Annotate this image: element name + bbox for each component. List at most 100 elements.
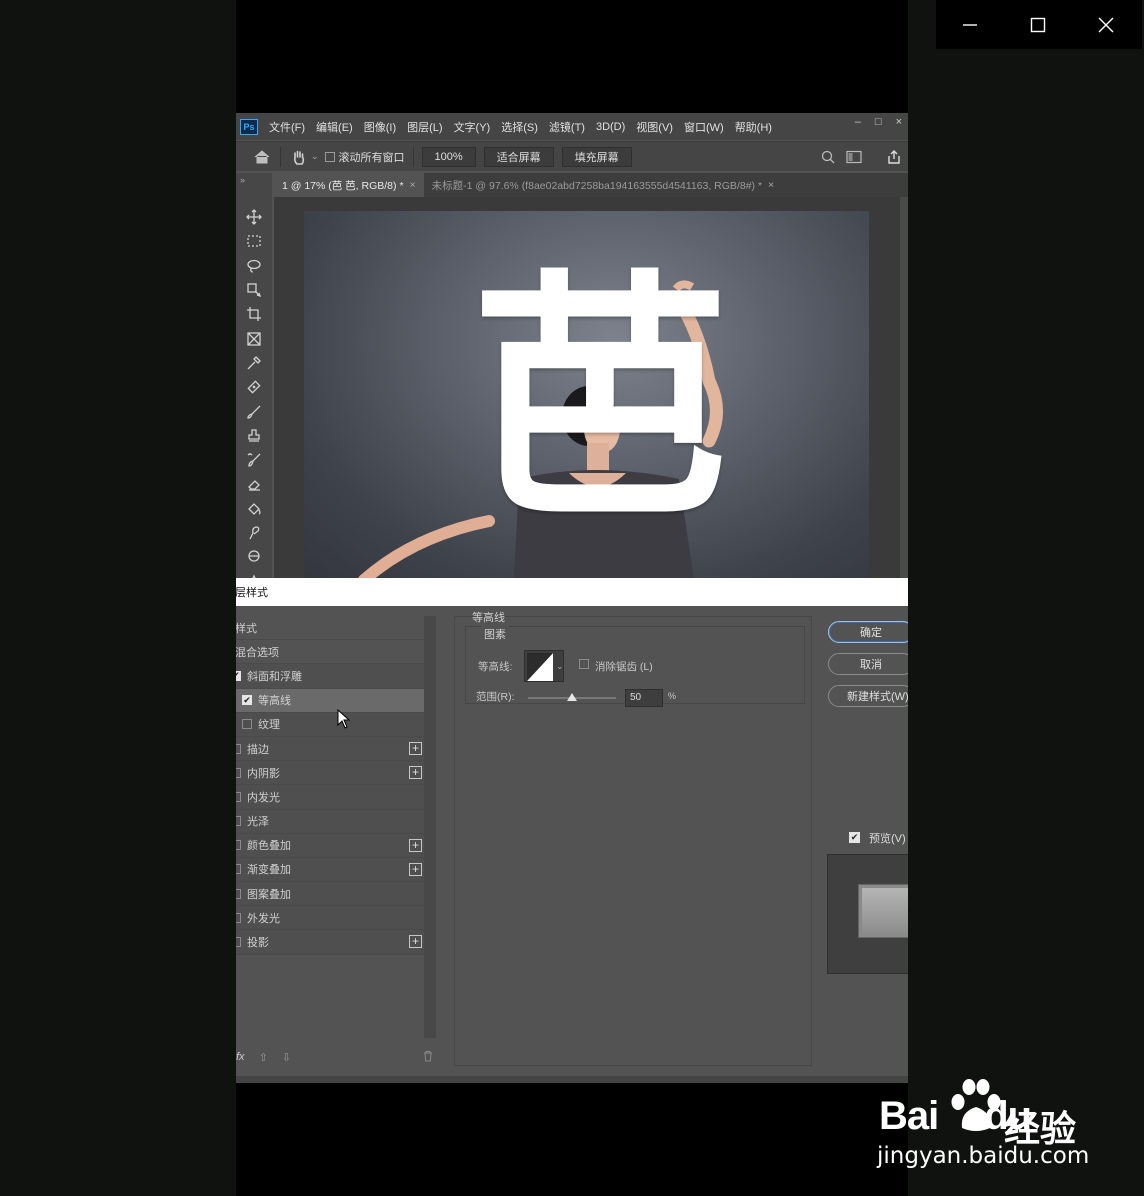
style-list-item[interactable]: 外发光 <box>236 906 426 931</box>
scroll-all-windows-checkbox[interactable] <box>324 151 335 162</box>
style-checkbox[interactable] <box>236 912 241 923</box>
history-brush-tool-icon[interactable] <box>236 448 272 472</box>
style-checkbox[interactable] <box>236 937 241 948</box>
ok-button[interactable]: 确定 <box>828 621 908 643</box>
toolbar-collapse-icon[interactable]: » <box>240 175 272 185</box>
menu-help[interactable]: 帮助(H) <box>735 119 772 135</box>
hand-tool-icon[interactable] <box>289 147 309 167</box>
antialias-checkbox[interactable] <box>579 659 589 669</box>
chevron-down-icon[interactable]: ⌄ <box>311 151 319 162</box>
menu-image[interactable]: 图像(I) <box>364 119 396 135</box>
style-list-item[interactable]: ✔ 等高线 <box>236 688 426 713</box>
style-checkbox[interactable]: ✔ <box>242 695 252 706</box>
cancel-button[interactable]: 取消 <box>828 653 908 675</box>
canvas-scrollbar[interactable] <box>900 197 908 580</box>
scroll-all-windows-label: 滚动所有窗口 <box>338 151 405 164</box>
style-list-item[interactable]: 纹理 <box>236 712 426 737</box>
share-icon[interactable] <box>884 147 904 167</box>
style-list-scrollbar[interactable] <box>424 616 436 1038</box>
add-style-icon[interactable]: + <box>409 935 422 949</box>
style-checkbox[interactable] <box>242 719 252 730</box>
dodge-tool-icon[interactable] <box>236 545 272 569</box>
video-letterbox-bottom <box>236 1083 908 1196</box>
home-icon[interactable] <box>252 147 272 167</box>
eraser-tool-icon[interactable] <box>236 472 272 496</box>
add-style-icon[interactable]: + <box>409 862 422 876</box>
smudge-tool-icon[interactable] <box>236 521 272 545</box>
style-list-label: 描边 <box>247 743 269 756</box>
fill-screen-button[interactable]: 填充屏幕 <box>561 146 632 167</box>
style-list-item[interactable]: 样式 <box>236 616 426 641</box>
style-list-item[interactable]: 描边 + <box>236 736 426 762</box>
eyedropper-tool-icon[interactable] <box>236 351 272 375</box>
new-style-button[interactable]: 新建样式(W)... <box>828 685 908 707</box>
fx-icon[interactable]: fx <box>236 1051 245 1063</box>
stamp-tool-icon[interactable] <box>236 424 272 448</box>
zoom-100-button[interactable]: 100% <box>421 146 476 167</box>
close-button[interactable] <box>1072 0 1140 49</box>
menu-view[interactable]: 视图(V) <box>636 119 673 135</box>
menu-layer[interactable]: 图层(L) <box>407 119 442 135</box>
style-list-item[interactable]: 渐变叠加 + <box>236 857 426 883</box>
style-checkbox[interactable] <box>236 864 241 875</box>
frame-tool-icon[interactable] <box>236 326 272 350</box>
style-checkbox[interactable]: ✔ <box>236 670 241 681</box>
brush-tool-icon[interactable] <box>236 399 272 423</box>
style-checkbox[interactable] <box>236 840 241 851</box>
object-selection-tool-icon[interactable] <box>236 278 272 302</box>
workspace-icon[interactable] <box>844 147 864 167</box>
fit-screen-button[interactable]: 适合屏幕 <box>483 146 554 167</box>
menu-3d[interactable]: 3D(D) <box>596 121 625 133</box>
ps-maximize-button[interactable]: □ <box>875 116 882 128</box>
ps-minimize-button[interactable]: – <box>855 116 861 128</box>
preview-checkbox[interactable]: ✔ <box>849 832 860 843</box>
contour-curve-icon: ⌄ <box>527 653 564 681</box>
style-checkbox[interactable] <box>236 888 241 899</box>
paint-bucket-tool-icon[interactable] <box>236 497 272 521</box>
style-checkbox[interactable] <box>236 816 241 827</box>
marquee-tool-icon[interactable] <box>236 229 272 253</box>
menu-type[interactable]: 文字(Y) <box>454 119 491 135</box>
add-style-icon[interactable]: + <box>409 838 422 852</box>
add-style-icon[interactable]: + <box>409 741 422 755</box>
contour-picker[interactable]: ⌄ <box>524 650 564 682</box>
maximize-button[interactable] <box>1004 0 1072 49</box>
tab-close-icon[interactable]: × <box>410 179 416 191</box>
style-list-item[interactable]: 投影 + <box>236 930 426 955</box>
range-input[interactable]: 50 <box>625 689 663 707</box>
style-list-item[interactable]: 颜色叠加 + <box>236 833 426 858</box>
menu-filter[interactable]: 滤镜(T) <box>549 119 585 135</box>
search-icon[interactable] <box>818 147 838 167</box>
tab-close-icon[interactable]: × <box>768 179 774 191</box>
ps-options-bar: ⌄ 滚动所有窗口 100% 适合屏幕 填充屏幕 <box>236 141 908 171</box>
healing-brush-tool-icon[interactable] <box>236 375 272 399</box>
svg-text:⌄: ⌄ <box>556 662 564 672</box>
menu-select[interactable]: 选择(S) <box>501 119 538 135</box>
move-tool-icon[interactable] <box>236 205 272 229</box>
canvas-area[interactable]: 芭 <box>274 197 908 580</box>
menu-edit[interactable]: 编辑(E) <box>316 119 353 135</box>
tab-document-1[interactable]: 1 @ 17% (芭 芭, RGB/8) * × <box>274 173 424 197</box>
style-list-item[interactable]: 内发光 <box>236 785 426 810</box>
menu-file[interactable]: 文件(F) <box>269 119 305 135</box>
style-checkbox[interactable] <box>236 743 241 754</box>
style-list-item[interactable]: 内阴影 + <box>236 761 426 786</box>
style-list-item[interactable]: 光泽 <box>236 809 426 834</box>
add-style-icon[interactable]: + <box>409 766 422 780</box>
style-list-item[interactable]: ✔ 斜面和浮雕 <box>236 664 426 689</box>
trash-icon[interactable] <box>423 1050 433 1065</box>
minimize-button[interactable] <box>936 0 1004 49</box>
antialias-label: 消除锯齿 (L) <box>595 661 653 673</box>
move-down-icon[interactable]: ⇩ <box>282 1051 291 1064</box>
move-up-icon[interactable]: ⇧ <box>259 1051 268 1064</box>
range-slider-thumb[interactable] <box>567 693 577 701</box>
style-checkbox[interactable] <box>236 791 241 802</box>
style-list-item[interactable]: 图案叠加 <box>236 882 426 907</box>
tab-document-untitled[interactable]: 未标题-1 @ 97.6% (f8ae02abd7258ba194163555d… <box>424 173 783 197</box>
crop-tool-icon[interactable] <box>236 302 272 326</box>
style-list-item[interactable]: 混合选项 <box>236 640 426 665</box>
style-checkbox[interactable] <box>236 767 241 778</box>
menu-window[interactable]: 窗口(W) <box>684 119 724 135</box>
ps-close-button[interactable]: × <box>896 116 902 128</box>
lasso-tool-icon[interactable] <box>236 254 272 278</box>
